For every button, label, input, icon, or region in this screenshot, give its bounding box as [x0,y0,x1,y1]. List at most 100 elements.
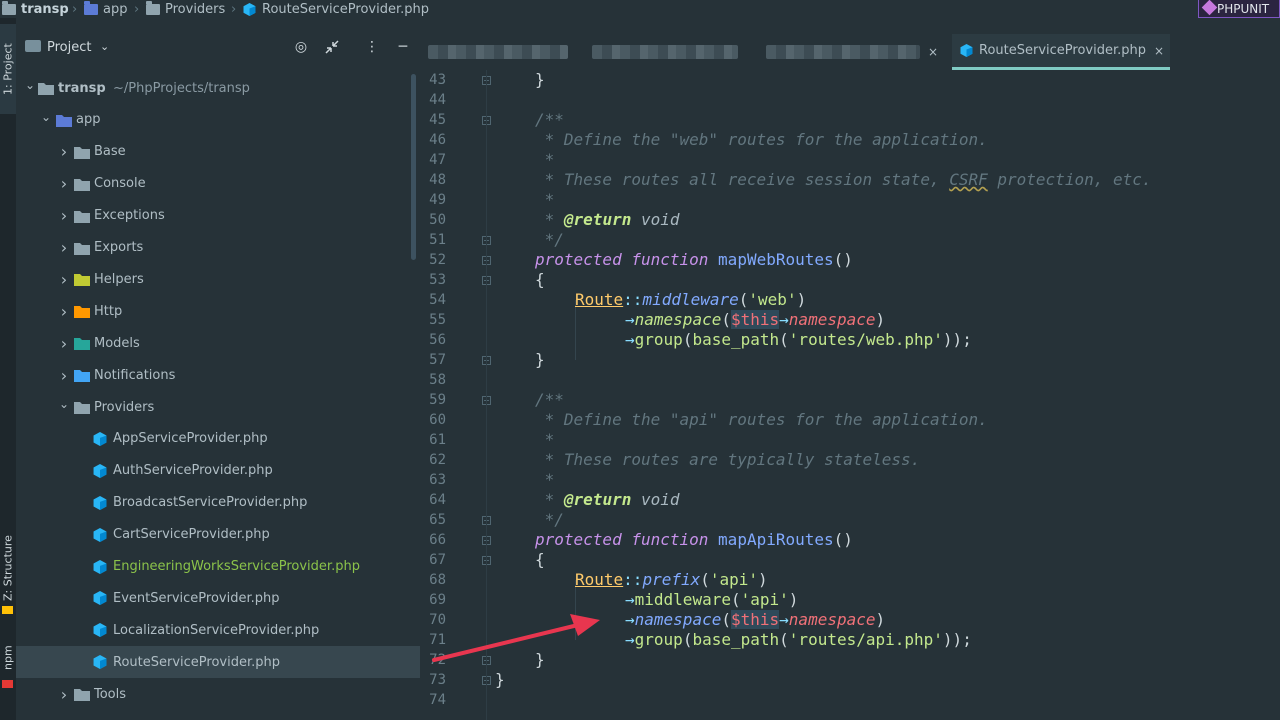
project-tool-button[interactable]: 1: Project [0,24,16,114]
line-number: 65 [429,512,446,528]
folder-icon [74,305,90,322]
chevron-down-icon[interactable]: ⌄ [58,397,70,411]
editor-tab-redacted-3[interactable]: × [766,34,946,70]
close-tab-icon[interactable]: × [1154,44,1164,58]
tree-item-file[interactable]: CartServiceProvider.php [16,519,420,551]
tree-item-label: Exports [94,240,144,255]
breadcrumb-project[interactable]: transp [2,0,69,18]
code-line-59: /** [535,390,564,409]
editor-tab-active[interactable]: RouteServiceProvider.php × [952,34,1170,70]
breadcrumb-app[interactable]: app [84,0,127,18]
tree-item-file[interactable]: BroadcastServiceProvider.php [16,487,420,519]
line-number: 74 [429,692,446,708]
line-number: 55 [429,312,446,328]
code-line-47: * [535,150,555,169]
tree-item-folder[interactable]: › Notifications [16,359,420,391]
code-line-48: * These routes all receive session state… [535,170,1152,189]
chevron-down-icon[interactable]: ⌄ [40,110,52,124]
code-line-43: } [535,70,545,89]
tree-item-label: Helpers [94,271,144,287]
project-view-selector[interactable]: Project [47,40,91,55]
code-line-46: * Define the "web" routes for the applic… [535,130,988,149]
line-number: 57 [429,352,446,368]
code-line-52: protected function mapWebRoutes() [535,250,853,269]
close-tab-icon[interactable]: × [928,45,938,59]
code-line-45: /** [535,110,564,129]
locate-file-icon[interactable]: ◎ [292,38,310,56]
tree-item-folder[interactable]: › Exports [16,232,420,264]
collapse-all-icon[interactable] [323,38,341,56]
tree-item-folder[interactable]: ⌄ Providers [16,391,420,423]
tree-item-label: RouteServiceProvider.php [113,654,280,670]
structure-icon [2,606,13,614]
folder-icon [38,82,54,99]
breadcrumb-file[interactable]: RouteServiceProvider.php [243,0,429,18]
tree-item-label: Tools [94,686,127,702]
more-options-icon[interactable]: ⋮ [363,38,381,56]
code-editor[interactable]: 43 44 45 46 47 48 49 50 51 52 53 54 55 56 57 58 59 60 61 62… [420,70,1280,720]
chevron-down-icon[interactable]: ⌄ [100,40,109,53]
chevron-right-icon[interactable]: › [58,366,70,385]
chevron-right-icon: › [72,1,78,17]
editor-tab-redacted-2[interactable] [592,34,742,70]
folder-icon [74,369,90,386]
project-panel-header: Project ⌄ ◎ ⋮ ─ [16,18,420,70]
tab-title: RouteServiceProvider.php [979,43,1146,58]
tree-item-label: AuthServiceProvider.php [113,463,273,479]
line-number: 43 [429,72,446,88]
folder-icon [74,273,90,290]
tree-item-file[interactable]: RouteServiceProvider.php [16,646,420,679]
line-number: 64 [429,492,446,508]
php-class-icon [93,559,107,578]
folder-icon [84,0,98,15]
tree-item-folder[interactable]: › Tools [16,678,420,710]
editor-tab-redacted-1[interactable] [428,34,578,70]
tree-item-folder[interactable]: › Models [16,327,420,359]
chevron-right-icon[interactable]: › [58,302,70,321]
breadcrumb-providers[interactable]: Providers [146,0,225,18]
tree-item-folder[interactable]: › Base [16,136,420,168]
php-class-icon [960,44,973,57]
chevron-right-icon[interactable]: › [58,142,70,161]
npm-tool-button[interactable]: npm [0,638,16,678]
folder-icon [2,0,16,15]
code-line-56: →group(base_path('routes/web.php')); [625,330,972,349]
php-class-icon [93,623,107,641]
code-line-60: * Define the "api" routes for the applic… [535,410,988,429]
php-class-icon [93,431,107,450]
chevron-right-icon[interactable]: › [58,206,70,225]
folder-icon [56,114,72,131]
chevron-right-icon[interactable]: › [58,270,70,289]
tree-item-file[interactable]: AuthServiceProvider.php [16,455,420,487]
hide-panel-icon[interactable]: ─ [394,38,412,56]
chevron-right-icon[interactable]: › [58,685,70,704]
code-line-66: protected function mapApiRoutes() [535,530,853,549]
folder-icon [74,337,90,354]
annotation-arrow [432,614,600,662]
chevron-right-icon[interactable]: › [58,238,70,257]
tree-item-file[interactable]: LocalizationServiceProvider.php [16,614,420,646]
line-number: 53 [429,272,446,288]
tree-item-file[interactable]: EventServiceProvider.php [16,582,420,614]
tree-scrollbar[interactable] [411,74,416,260]
structure-tool-button[interactable]: Z: Structure [0,518,16,618]
tree-item-file[interactable]: AppServiceProvider.php [16,423,420,455]
redacted-tab-title [766,45,920,59]
chevron-right-icon[interactable]: › [58,174,70,193]
tree-item-label: EventServiceProvider.php [113,590,280,606]
chevron-down-icon[interactable]: ⌄ [24,78,36,92]
tree-item-folder[interactable]: › Exceptions [16,200,420,232]
chevron-right-icon: › [231,1,237,17]
tree-item-folder[interactable]: ⌄ app [16,104,420,136]
chevron-right-icon[interactable]: › [58,334,70,353]
tree-item-folder[interactable]: › Console [16,168,420,200]
tree-item-file[interactable]: EngineeringWorksServiceProvider.php [16,551,420,583]
line-number: 59 [429,392,446,408]
tree-item-label: Models [94,335,140,351]
tree-item-folder[interactable]: ⌄ transp ~/PhpProjects/transp [16,72,420,104]
line-number: 56 [429,332,446,348]
tree-item-folder[interactable]: › Helpers [16,263,420,295]
phpunit-run-config[interactable]: PHPUNIT [1198,0,1280,18]
folder-icon [74,146,90,163]
tree-item-folder[interactable]: › Http [16,295,420,327]
